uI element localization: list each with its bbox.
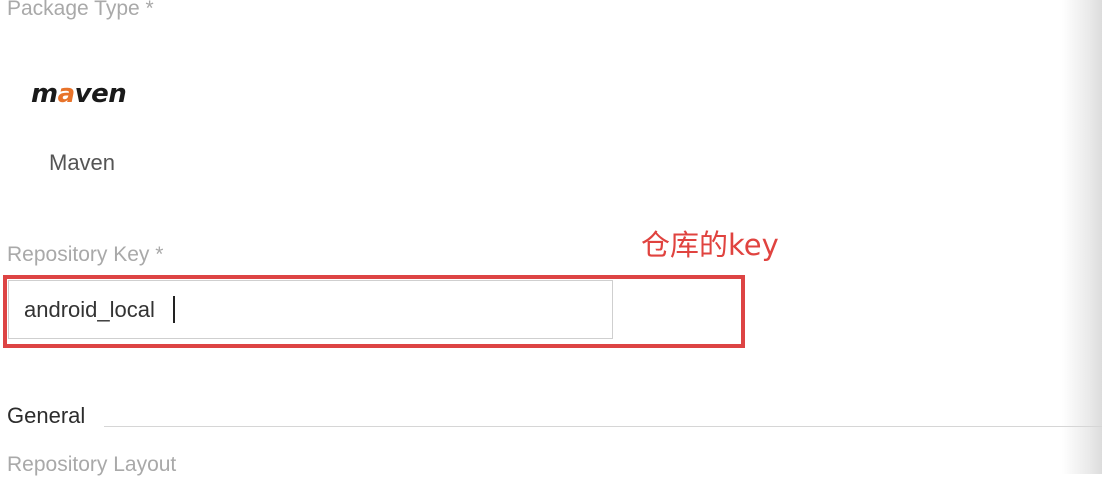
repository-layout-label: Repository Layout	[7, 453, 177, 476]
repository-key-label: Repository Key *	[7, 243, 164, 266]
maven-logo-suffix: ven	[74, 79, 127, 109]
package-type-name[interactable]: Maven	[49, 150, 115, 176]
maven-logo[interactable]: maven	[31, 79, 127, 109]
maven-logo-accent: a	[57, 79, 76, 109]
general-section-title: General	[7, 403, 94, 429]
panel-edge-shadow	[1062, 0, 1102, 474]
maven-logo-prefix: m	[31, 79, 58, 109]
annotation-highlight-box	[3, 275, 745, 348]
section-divider	[104, 426, 1102, 427]
annotation-label: 仓库的key	[641, 228, 779, 262]
package-type-label: Package Type *	[7, 0, 154, 20]
